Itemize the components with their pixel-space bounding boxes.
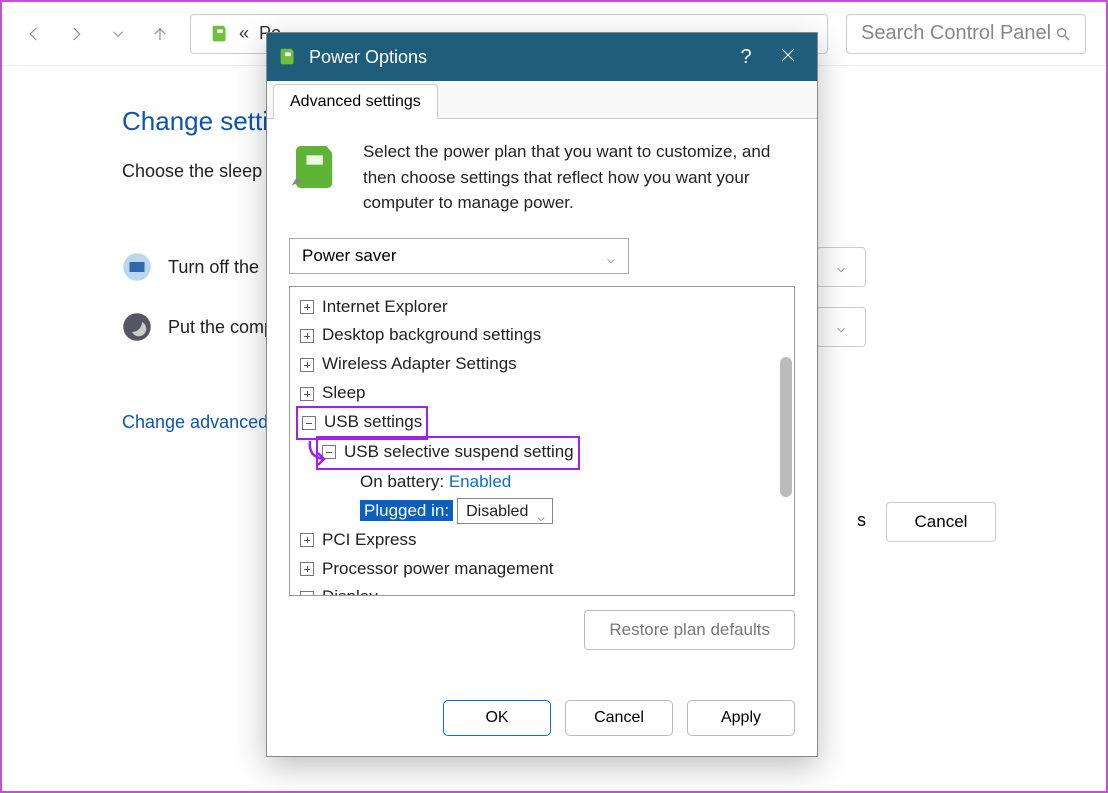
tree-item-wireless[interactable]: Wireless Adapter Settings (322, 350, 517, 379)
save-button-partial[interactable]: s (857, 510, 866, 531)
power-icon (277, 46, 299, 68)
plugged-in-select[interactable]: Disabled (457, 498, 553, 524)
power-plan-icon (209, 23, 231, 45)
tab-advanced-settings[interactable]: Advanced settings (273, 84, 438, 119)
power-plan-large-icon (289, 139, 345, 195)
tree-item-usb[interactable]: USB settings (324, 408, 422, 437)
nav-forward-icon[interactable] (64, 22, 88, 46)
nav-recent-icon[interactable] (106, 22, 130, 46)
sleep-dropdown[interactable] (816, 307, 866, 347)
help-icon[interactable]: ? (725, 46, 767, 69)
annotation-arrow-icon (304, 439, 330, 472)
tree-item-pci[interactable]: PCI Express (322, 526, 416, 555)
row-label-sleep: Put the comp (168, 317, 274, 338)
expand-icon[interactable] (300, 387, 314, 401)
advanced-link[interactable]: Change advanced (122, 412, 268, 433)
expand-icon[interactable] (300, 591, 314, 596)
chevron-down-icon (536, 506, 546, 516)
cancel-button[interactable]: Cancel (886, 502, 996, 542)
tree-item-cpu[interactable]: Processor power management (322, 555, 554, 584)
collapse-icon[interactable] (302, 416, 316, 430)
tree-item-desktop-bg[interactable]: Desktop background settings (322, 321, 541, 350)
dialog-titlebar[interactable]: Power Options ? (267, 33, 817, 81)
apply-button[interactable]: Apply (687, 700, 795, 736)
expand-icon[interactable] (300, 533, 314, 547)
tree-item-sleep[interactable]: Sleep (322, 379, 365, 408)
plugged-in-label: Plugged in: (360, 500, 453, 521)
ok-button[interactable]: OK (443, 700, 551, 736)
scrollbar-thumb[interactable] (780, 357, 792, 497)
expand-icon[interactable] (300, 562, 314, 576)
tab-strip: Advanced settings (267, 81, 817, 119)
restore-defaults-button[interactable]: Restore plan defaults (584, 610, 795, 650)
search-icon (1055, 26, 1071, 42)
power-plan-select[interactable]: Power saver (289, 238, 629, 274)
breadcrumb-prefix: « (239, 23, 249, 44)
search-placeholder: Search Control Panel (861, 22, 1055, 45)
close-icon[interactable] (767, 46, 809, 69)
nav-back-icon[interactable] (22, 22, 46, 46)
dialog-title: Power Options (309, 47, 725, 68)
on-battery-value[interactable]: Enabled (449, 472, 511, 491)
intro-text: Select the power plan that you want to c… (363, 139, 795, 216)
power-options-dialog: Power Options ? Advanced settings Select… (266, 32, 818, 757)
sleep-icon (122, 312, 152, 342)
row-label-display: Turn off the (168, 257, 259, 278)
plugged-in-value: Disabled (466, 498, 528, 525)
expand-icon[interactable] (300, 300, 314, 314)
display-dropdown[interactable] (816, 247, 866, 287)
display-off-icon (122, 252, 152, 282)
expand-icon[interactable] (300, 358, 314, 372)
search-input[interactable]: Search Control Panel (846, 14, 1086, 54)
settings-tree[interactable]: Internet Explorer Desktop background set… (289, 286, 795, 596)
power-plan-value: Power saver (302, 246, 396, 266)
chevron-down-icon (606, 251, 616, 261)
tree-item-display[interactable]: Display (322, 583, 378, 595)
tree-item-usb-suspend[interactable]: USB selective suspend setting (344, 438, 574, 467)
nav-up-icon[interactable] (148, 22, 172, 46)
dialog-cancel-button[interactable]: Cancel (565, 700, 673, 736)
on-battery-label: On battery: (360, 472, 444, 491)
tree-item-ie[interactable]: Internet Explorer (322, 293, 448, 322)
expand-icon[interactable] (300, 329, 314, 343)
